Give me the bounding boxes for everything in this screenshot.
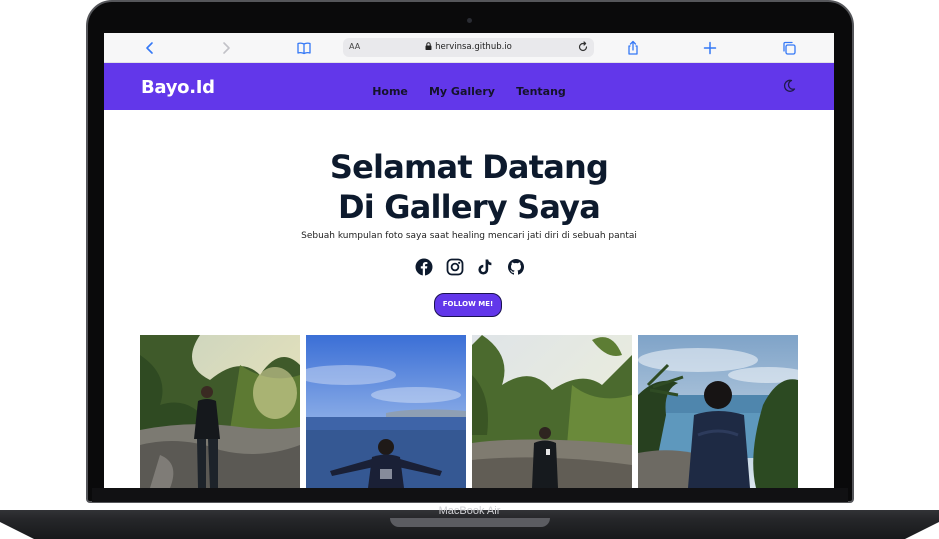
- hero-title: Selamat Datang Di Gallery Saya: [104, 147, 834, 227]
- browser-toolbar: AA hervinsa.github.io: [104, 33, 834, 63]
- share-icon[interactable]: [625, 40, 641, 56]
- tiktok-icon[interactable]: [476, 258, 494, 276]
- instagram-icon[interactable]: [446, 258, 464, 276]
- gallery-photo-1[interactable]: [140, 335, 300, 488]
- laptop-base-notch: [390, 518, 550, 527]
- laptop-screen: AA hervinsa.github.io Bayo.Id Home My Ga…: [104, 33, 834, 488]
- nav-link-home[interactable]: Home: [372, 85, 408, 98]
- forward-icon[interactable]: [218, 40, 234, 56]
- laptop-hinge: [92, 488, 848, 502]
- social-links: [415, 258, 525, 278]
- tabs-icon[interactable]: [781, 40, 797, 56]
- hero-title-line-1: Selamat Datang: [329, 148, 609, 186]
- follow-me-button[interactable]: FOLLOW ME!: [434, 293, 502, 317]
- site-navbar: Bayo.Id Home My Gallery Tentang: [104, 63, 834, 110]
- nav-link-tentang[interactable]: Tentang: [516, 85, 566, 98]
- github-icon[interactable]: [507, 258, 525, 276]
- back-icon[interactable]: [142, 40, 158, 56]
- gallery-photo-2[interactable]: [306, 335, 466, 488]
- moon-icon[interactable]: [782, 79, 796, 93]
- reload-icon[interactable]: [577, 41, 589, 53]
- device-brand-label: MacBook Air: [438, 505, 501, 517]
- nav-link-gallery[interactable]: My Gallery: [429, 85, 495, 98]
- url-text: hervinsa.github.io: [435, 42, 512, 52]
- webcam: [467, 18, 472, 23]
- bookmarks-icon[interactable]: [296, 40, 312, 56]
- hero-title-line-2: Di Gallery Saya: [337, 188, 601, 226]
- photo-gallery: [140, 335, 798, 488]
- gallery-photo-4[interactable]: [638, 335, 798, 488]
- address-bar[interactable]: AA hervinsa.github.io: [343, 38, 594, 57]
- gallery-photo-3[interactable]: [472, 335, 632, 488]
- lock-icon: [425, 42, 432, 50]
- nav-menu: Home My Gallery Tentang: [104, 80, 834, 99]
- new-tab-icon[interactable]: [702, 40, 718, 56]
- hero-subtitle: Sebuah kumpulan foto saya saat healing m…: [301, 231, 637, 241]
- facebook-icon[interactable]: [415, 258, 433, 276]
